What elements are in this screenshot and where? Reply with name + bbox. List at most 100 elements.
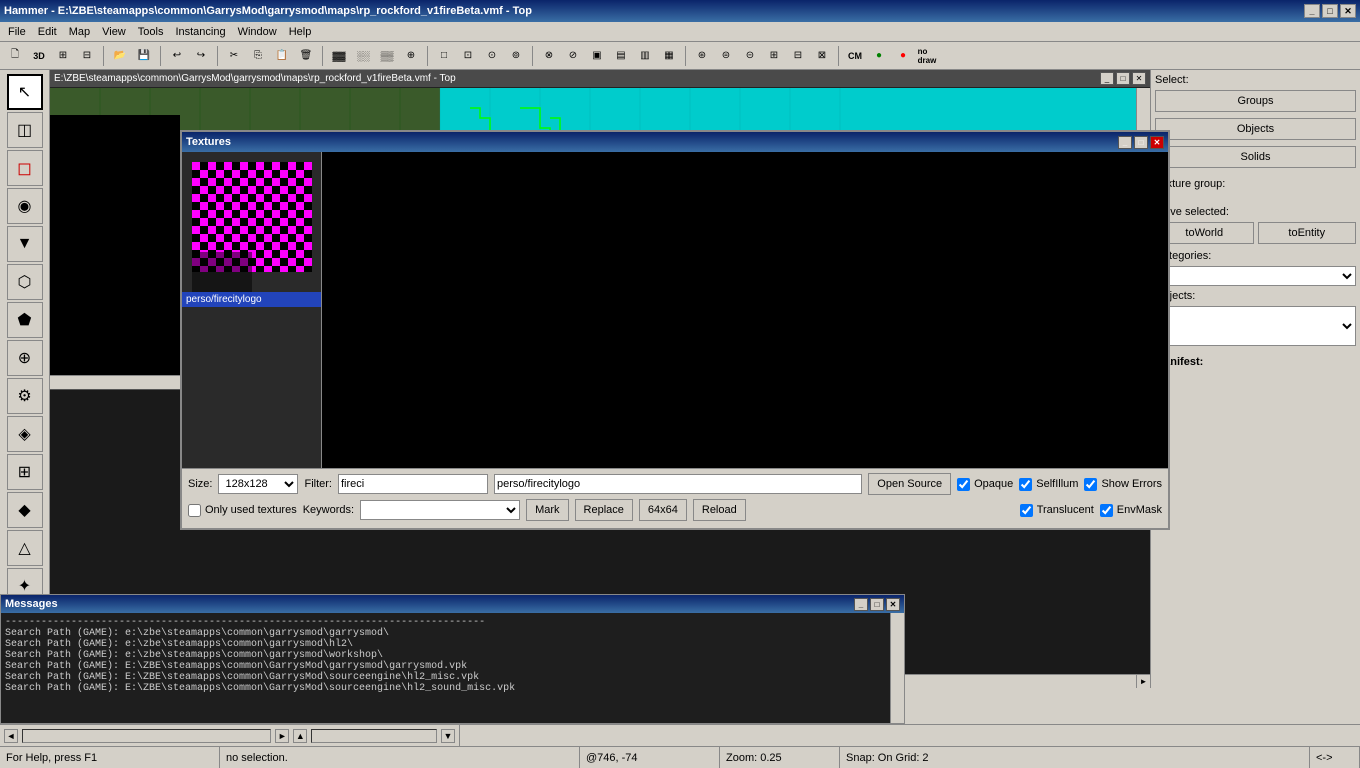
tb-b9[interactable]: ⊗: [538, 45, 560, 67]
tb-undo[interactable]: ↩: [166, 45, 188, 67]
mark-button[interactable]: Mark: [526, 499, 568, 521]
keywords-dropdown[interactable]: [360, 500, 520, 520]
tb-paste[interactable]: 📋: [271, 45, 293, 67]
menu-map[interactable]: Map: [63, 24, 96, 40]
tb-copy[interactable]: ⎘: [247, 45, 269, 67]
menu-view[interactable]: View: [96, 24, 132, 40]
tb-b19[interactable]: ⊟: [787, 45, 809, 67]
tool-sprinkle[interactable]: △: [7, 530, 43, 566]
tool-pointer[interactable]: ↖: [7, 74, 43, 110]
tb-b13[interactable]: ▥: [634, 45, 656, 67]
viewport-close-btn[interactable]: ✕: [1132, 72, 1146, 85]
tb-b14[interactable]: ▦: [658, 45, 680, 67]
tool-vertex[interactable]: ▼: [7, 226, 43, 262]
menu-edit[interactable]: Edit: [32, 24, 63, 40]
checker-svg: [192, 162, 312, 292]
tb-new[interactable]: 🗋: [4, 45, 26, 67]
objects-button[interactable]: Objects: [1155, 118, 1356, 140]
tool-decal[interactable]: ⬟: [7, 302, 43, 338]
tb-cut[interactable]: ✂: [223, 45, 245, 67]
checkerboard: [192, 162, 312, 282]
tb-b4[interactable]: ⊕: [400, 45, 422, 67]
solids-button[interactable]: Solids: [1155, 146, 1356, 168]
replace-button[interactable]: Replace: [575, 499, 633, 521]
menu-window[interactable]: Window: [232, 24, 283, 40]
groups-button[interactable]: Groups: [1155, 90, 1356, 112]
tb-b2[interactable]: ░░: [352, 45, 374, 67]
envmask-checkbox[interactable]: [1100, 504, 1113, 517]
to-entity-button[interactable]: toEntity: [1258, 222, 1357, 244]
scroll-right-btn[interactable]: ►: [275, 729, 289, 743]
objects-dropdown[interactable]: [1155, 306, 1356, 346]
tool-overlay[interactable]: ⊕: [7, 340, 43, 376]
scroll-down-btn[interactable]: ▼: [441, 729, 455, 743]
menu-file[interactable]: File: [2, 24, 32, 40]
menu-instancing[interactable]: Instancing: [169, 24, 231, 40]
only-used-checkbox[interactable]: [188, 504, 201, 517]
tool-morph[interactable]: ⊞: [7, 454, 43, 490]
tb-b15[interactable]: ⊛: [691, 45, 713, 67]
texture-list-area[interactable]: [322, 152, 1168, 468]
texture-close-button[interactable]: ✕: [1150, 136, 1164, 149]
tb-b16[interactable]: ⊜: [715, 45, 737, 67]
tool-entity[interactable]: ⬡: [7, 264, 43, 300]
tb-redo[interactable]: ↪: [190, 45, 212, 67]
tb-b10[interactable]: ⊘: [562, 45, 584, 67]
tb-b5[interactable]: □: [433, 45, 455, 67]
categories-dropdown[interactable]: [1155, 266, 1356, 286]
reload-button[interactable]: Reload: [693, 499, 746, 521]
show-errors-checkbox[interactable]: [1084, 478, 1097, 491]
scroll-left-btn[interactable]: ◄: [4, 729, 18, 743]
texture-minimize-button[interactable]: _: [1118, 136, 1132, 149]
tb-b20[interactable]: ⊠: [811, 45, 833, 67]
tb-b18[interactable]: ⊞: [763, 45, 785, 67]
texture-maximize-button[interactable]: □: [1134, 136, 1148, 149]
size-dropdown[interactable]: 128x128 64x64 32x32: [218, 474, 298, 494]
tool-magnify[interactable]: ◈: [7, 416, 43, 452]
close-button[interactable]: ✕: [1340, 4, 1356, 18]
size64-button[interactable]: 64x64: [639, 499, 687, 521]
tb-b3[interactable]: ▒▒: [376, 45, 398, 67]
tb-b1[interactable]: ▓▓: [328, 45, 350, 67]
maximize-button[interactable]: □: [1322, 4, 1338, 18]
tb-b8[interactable]: ⊚: [505, 45, 527, 67]
selfillum-checkbox[interactable]: [1019, 478, 1032, 491]
tb-b7[interactable]: ⊙: [481, 45, 503, 67]
messages-minimize[interactable]: _: [854, 598, 868, 611]
tb-green[interactable]: ●: [868, 45, 890, 67]
tool-path[interactable]: ⚙: [7, 378, 43, 414]
texture-path-input[interactable]: [494, 474, 862, 494]
tb-3d[interactable]: 3D: [28, 45, 50, 67]
tb-b17[interactable]: ⊝: [739, 45, 761, 67]
menu-help[interactable]: Help: [283, 24, 318, 40]
tb-open[interactable]: 📂: [109, 45, 131, 67]
translucent-checkbox[interactable]: [1020, 504, 1033, 517]
scroll-up-btn[interactable]: ▲: [293, 729, 307, 743]
messages-maximize[interactable]: □: [870, 598, 884, 611]
messages-scrollbar[interactable]: [890, 613, 904, 723]
tool-material[interactable]: ◆: [7, 492, 43, 528]
viewport-min-btn[interactable]: _: [1100, 72, 1114, 85]
tb-delete[interactable]: 🗑: [295, 45, 317, 67]
tb-save[interactable]: 💾: [133, 45, 155, 67]
tool-clip[interactable]: ◉: [7, 188, 43, 224]
messages-close[interactable]: ✕: [886, 598, 900, 611]
tb-b11[interactable]: ▣: [586, 45, 608, 67]
filter-input[interactable]: [338, 474, 488, 494]
tb-red[interactable]: ●: [892, 45, 914, 67]
tb-grid[interactable]: ⊞: [52, 45, 74, 67]
tb-nodraw[interactable]: nodraw: [916, 45, 938, 67]
tb-cm[interactable]: CM: [844, 45, 866, 67]
minimize-button[interactable]: _: [1304, 4, 1320, 18]
viewport-max-btn[interactable]: □: [1116, 72, 1130, 85]
tool-brush[interactable]: ◫: [7, 112, 43, 148]
open-source-button[interactable]: Open Source: [868, 473, 951, 495]
tb-grid2[interactable]: ⊟: [76, 45, 98, 67]
menu-tools[interactable]: Tools: [132, 24, 170, 40]
texture-body: perso/firecitylogo: [182, 152, 1168, 468]
opaque-checkbox[interactable]: [957, 478, 970, 491]
messages-body[interactable]: ----------------------------------------…: [1, 613, 904, 723]
tool-rect[interactable]: ◻: [7, 150, 43, 186]
tb-b12[interactable]: ▤: [610, 45, 632, 67]
tb-b6[interactable]: ⊡: [457, 45, 479, 67]
